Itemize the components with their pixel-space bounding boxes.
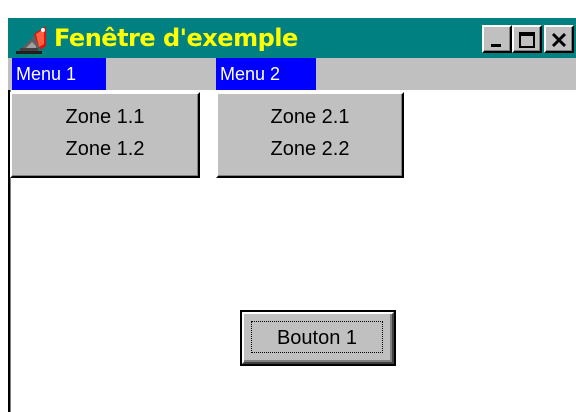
menu-item-zone-1-1[interactable]: Zone 1.1 xyxy=(12,101,198,133)
menu-2[interactable]: Menu 2 xyxy=(216,58,316,90)
menu-1[interactable]: Menu 1 xyxy=(12,58,106,90)
maximize-icon xyxy=(519,32,535,48)
title-bar[interactable]: Fenêtre d'exemple xyxy=(8,18,576,58)
menu-item-zone-2-2[interactable]: Zone 2.2 xyxy=(218,133,402,165)
close-icon xyxy=(551,32,567,48)
app-icon[interactable] xyxy=(16,24,50,54)
menu-item-zone-2-1[interactable]: Zone 2.1 xyxy=(218,101,402,133)
window-title: Fenêtre d'exemple xyxy=(54,24,298,52)
menu-item-zone-1-2[interactable]: Zone 1.2 xyxy=(12,133,198,165)
menu-bar: Menu 1 Menu 2 xyxy=(8,58,576,90)
close-button[interactable] xyxy=(544,25,574,53)
bouton-1-button[interactable]: Bouton 1 xyxy=(240,310,396,366)
minimize-icon xyxy=(491,44,501,47)
menu-1-dropdown: Zone 1.1 Zone 1.2 xyxy=(10,92,200,178)
maximize-button[interactable] xyxy=(512,25,542,53)
button-label: Bouton 1 xyxy=(276,327,358,349)
minimize-button[interactable] xyxy=(482,25,512,53)
button-face: Bouton 1 xyxy=(242,312,394,364)
menu-2-dropdown: Zone 2.1 Zone 2.2 xyxy=(216,92,404,178)
